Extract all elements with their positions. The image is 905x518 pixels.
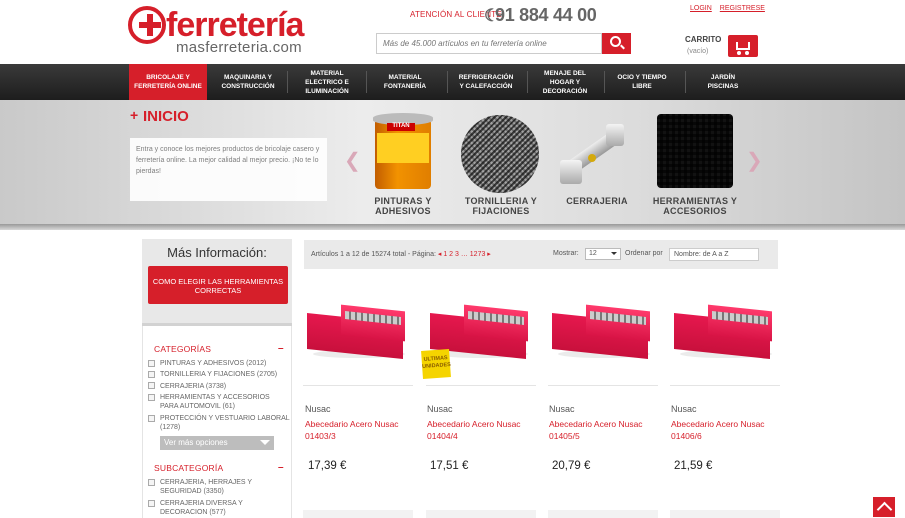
guide-button[interactable]: COMO ELEGIR LAS HERRAMIENTAS CORRECTAS: [148, 266, 288, 304]
show-label: Mostrar:: [553, 250, 579, 257]
show-select[interactable]: 12: [585, 248, 621, 260]
collapse-subcategories-icon[interactable]: –: [278, 462, 284, 473]
product-brand: Nusac: [427, 404, 453, 414]
category-pinturas[interactable]: PINTURAS Y ADHESIVOS: [358, 196, 448, 216]
nav-item-ocio[interactable]: OCIO Y TIEMPO LIBRE: [606, 64, 678, 100]
titan-brand: TITAN: [387, 123, 415, 131]
search-input[interactable]: [376, 33, 602, 54]
checkbox[interactable]: [148, 382, 155, 389]
order-select[interactable]: Nombre: de A a Z: [669, 248, 759, 261]
account-links: LOGIN REGISTRESE: [690, 5, 773, 12]
subcategories-heading[interactable]: SUBCATEGORÍA: [154, 463, 223, 473]
product-image[interactable]: [303, 288, 413, 386]
category-cerrajeria[interactable]: CERRAJERIA: [552, 196, 642, 206]
banner-heading: INICIO: [143, 108, 189, 125]
phone-number: 91 884 44 00: [495, 5, 597, 25]
cross-logo-icon: [128, 6, 166, 44]
lock-image[interactable]: [556, 120, 636, 190]
checkbox[interactable]: [148, 415, 155, 422]
last-units-badge: ULTIMAS UNIDADES: [421, 349, 451, 379]
category-herramientas[interactable]: HERRAMIENTAS Y ACCESORIOS: [650, 196, 740, 216]
product-image[interactable]: ULTIMAS UNIDADES: [421, 288, 536, 386]
cart-status: (vacío): [687, 48, 709, 55]
order-label: Ordenar por: [625, 250, 663, 257]
category-tornilleria[interactable]: TORNILLERIA Y FIJACIONES: [456, 196, 546, 216]
filter-label: PINTURAS Y ADHESIVOS (2012): [160, 360, 267, 367]
checkbox[interactable]: [148, 500, 155, 507]
cart-icon: [736, 42, 750, 50]
register-link[interactable]: REGISTRESE: [720, 5, 765, 12]
product-name[interactable]: Abecedario Acero Nusac 01406/6: [671, 418, 781, 442]
nav-item-maquinaria[interactable]: MAQUINARIA Y CONSTRUCCIÓN: [214, 64, 282, 100]
login-link[interactable]: LOGIN: [690, 5, 712, 12]
nav-item-bricolaje[interactable]: BRICOLAJE Y FERRETERÍA ONLINE: [129, 64, 207, 100]
screws-image[interactable]: [461, 115, 539, 193]
filter-label: PROTECCIÓN Y VESTUARIO LABORAL (1278): [160, 415, 290, 431]
product-brand: Nusac: [671, 404, 697, 414]
results-summary: Artículos 1 a 12 de 15274 total - Página…: [311, 251, 491, 258]
product-name[interactable]: Abecedario Acero Nusac 01404/4: [427, 418, 537, 442]
product-brand: Nusac: [549, 404, 575, 414]
collapse-categories-icon[interactable]: –: [278, 343, 284, 354]
pagination[interactable]: ◂ 1 2 3 … 1273 ▸: [438, 251, 491, 258]
product-price: 20,79 €: [552, 460, 591, 472]
filter-label: CERRAJERIA DIVERSA Y DECORACION (577): [160, 500, 243, 516]
plus-icon: +: [130, 107, 139, 123]
cart-button[interactable]: [728, 35, 758, 57]
site-logo[interactable]: ferretería masferreteria.com: [128, 6, 313, 58]
filter-label: TORNILLERIA Y FIJACIONES (2705): [160, 371, 278, 378]
product-price: 17,51 €: [430, 460, 469, 472]
cart-label[interactable]: CARRITO: [685, 35, 721, 44]
filter-label: CERRAJERIA (3738): [160, 383, 227, 390]
product-name[interactable]: Abecedario Acero Nusac 01405/5: [549, 418, 659, 442]
carousel-prev-icon[interactable]: ❮: [344, 148, 361, 173]
checkbox[interactable]: [148, 371, 155, 378]
search-button[interactable]: [602, 33, 631, 54]
product-brand: Nusac: [305, 404, 331, 414]
nav-item-fontaneria[interactable]: MATERIAL FONTANERÍA: [368, 64, 442, 100]
checkbox[interactable]: [148, 360, 155, 367]
product-price: 17,39 €: [308, 460, 347, 472]
sidebar-title: Más Información:: [167, 245, 267, 260]
nav-item-jardin[interactable]: JARDÍN PISCINAS: [692, 64, 754, 100]
page-root: { "header": { "logo_word": "ferretería",…: [0, 0, 905, 518]
nav-item-menaje[interactable]: MENAJE DEL HOGAR Y DECORACIÓN: [532, 64, 598, 100]
checkbox[interactable]: [148, 479, 155, 486]
product-image[interactable]: [670, 288, 780, 386]
filter-label: CERRAJERIA, HERRAJES Y SEGURIDAD (3350): [160, 479, 252, 495]
product-price: 21,59 €: [674, 460, 713, 472]
checkbox[interactable]: [148, 394, 155, 401]
product-name[interactable]: Abecedario Acero Nusac 01403/3: [305, 418, 415, 442]
scroll-top-button[interactable]: [873, 497, 895, 517]
paint-can-image[interactable]: TITAN: [373, 113, 433, 189]
nav-item-refrigeracion[interactable]: REFRIGERACIÓN Y CALEFACCIÓN: [452, 64, 520, 100]
toolcase-image[interactable]: [657, 114, 733, 188]
logo-domain: masferreteria.com: [176, 39, 302, 56]
categories-heading[interactable]: CATEGORÍAS: [154, 344, 211, 354]
more-options-dropdown[interactable]: Ver más opciones: [160, 436, 274, 450]
main-nav: BRICOLAJE Y FERRETERÍA ONLINE MAQUINARIA…: [0, 64, 905, 100]
product-image[interactable]: [548, 288, 658, 386]
nav-item-electrico[interactable]: MATERIAL ELECTRICO E ILUMINACIÓN: [293, 64, 361, 100]
banner-intro: Entra y conoce los mejores productos de …: [130, 138, 327, 201]
filter-label: HERRAMIENTAS Y ACCESORIOS PARA AUTOMOVIL…: [160, 394, 270, 410]
carousel-next-icon[interactable]: ❯: [746, 148, 763, 173]
